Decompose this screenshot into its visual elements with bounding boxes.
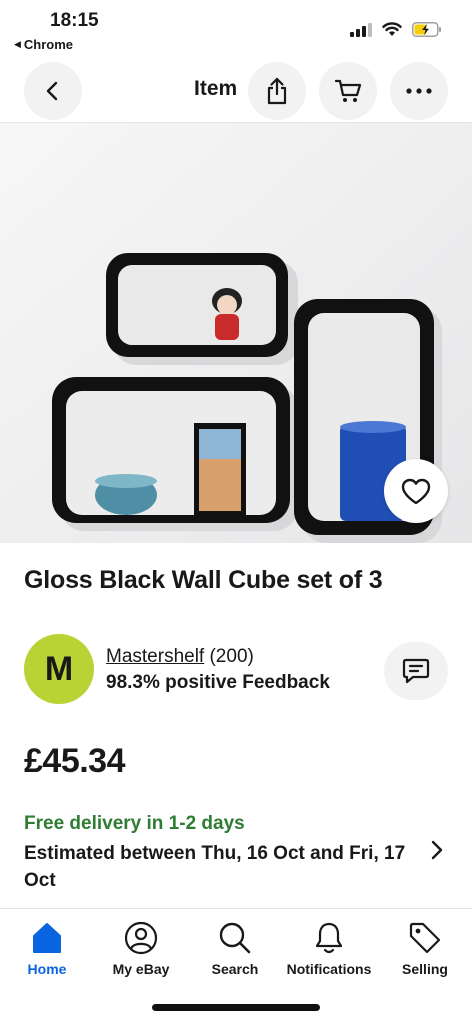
- home-icon: [33, 923, 61, 953]
- tab-search[interactable]: Search: [188, 921, 282, 977]
- share-button[interactable]: [248, 62, 306, 120]
- delivery-estimate[interactable]: Estimated between Thu, 16 Oct and Fri, 1…: [24, 840, 419, 894]
- back-button[interactable]: [24, 62, 82, 120]
- tab-home[interactable]: Home: [0, 921, 94, 977]
- more-options-button[interactable]: [390, 62, 448, 120]
- search-icon: [219, 922, 251, 954]
- item-header: Item: [0, 60, 472, 122]
- tab-notifications[interactable]: Notifications: [282, 921, 376, 977]
- seller-name-link[interactable]: Mastershelf: [106, 646, 204, 667]
- tag-icon: [409, 922, 441, 954]
- page-title: Item: [194, 77, 238, 100]
- signal-icon: [350, 22, 372, 37]
- tab-label: Selling: [402, 961, 448, 977]
- tab-selling[interactable]: Selling: [378, 921, 472, 977]
- status-time: 18:15: [50, 10, 99, 31]
- battery-charging-icon: [412, 22, 441, 37]
- add-to-watchlist-button[interactable]: [384, 459, 448, 523]
- tab-label: Notifications: [286, 961, 372, 977]
- home-indicator: [152, 1004, 320, 1011]
- user-circle-icon: [124, 921, 158, 955]
- seller-feedback: 98.3% positive Feedback: [106, 672, 330, 693]
- cart-button[interactable]: [319, 62, 377, 120]
- share-icon: [267, 77, 287, 105]
- free-delivery-text: Free delivery in 1-2 days: [24, 813, 245, 834]
- tab-my-ebay[interactable]: My eBay: [94, 921, 188, 977]
- more-icon: [406, 88, 432, 94]
- contact-seller-button[interactable]: [384, 642, 448, 700]
- tab-label: Search: [211, 961, 259, 977]
- seller-avatar[interactable]: M: [24, 634, 94, 704]
- seller-rating-count: (200): [209, 646, 254, 667]
- tab-label: Home: [27, 961, 67, 977]
- bell-icon: [315, 922, 343, 954]
- back-triangle-icon: ◀: [14, 39, 21, 49]
- chevron-right-icon[interactable]: [426, 838, 448, 862]
- heart-icon: [401, 478, 431, 504]
- status-icons: [350, 22, 442, 37]
- product-price: £45.34: [24, 742, 126, 780]
- product-title: Gloss Black Wall Cube set of 3: [24, 566, 383, 594]
- tab-label: My eBay: [112, 961, 170, 977]
- back-icon: [46, 81, 58, 101]
- wifi-icon: [382, 22, 402, 36]
- back-to-app-link[interactable]: ◀ Chrome: [14, 37, 73, 52]
- seller-name-row: Mastershelf (200): [106, 646, 254, 668]
- status-bar: 18:15 ◀ Chrome: [0, 0, 472, 58]
- message-icon: [402, 658, 430, 684]
- cart-icon: [334, 79, 362, 102]
- back-app-label: Chrome: [23, 37, 74, 52]
